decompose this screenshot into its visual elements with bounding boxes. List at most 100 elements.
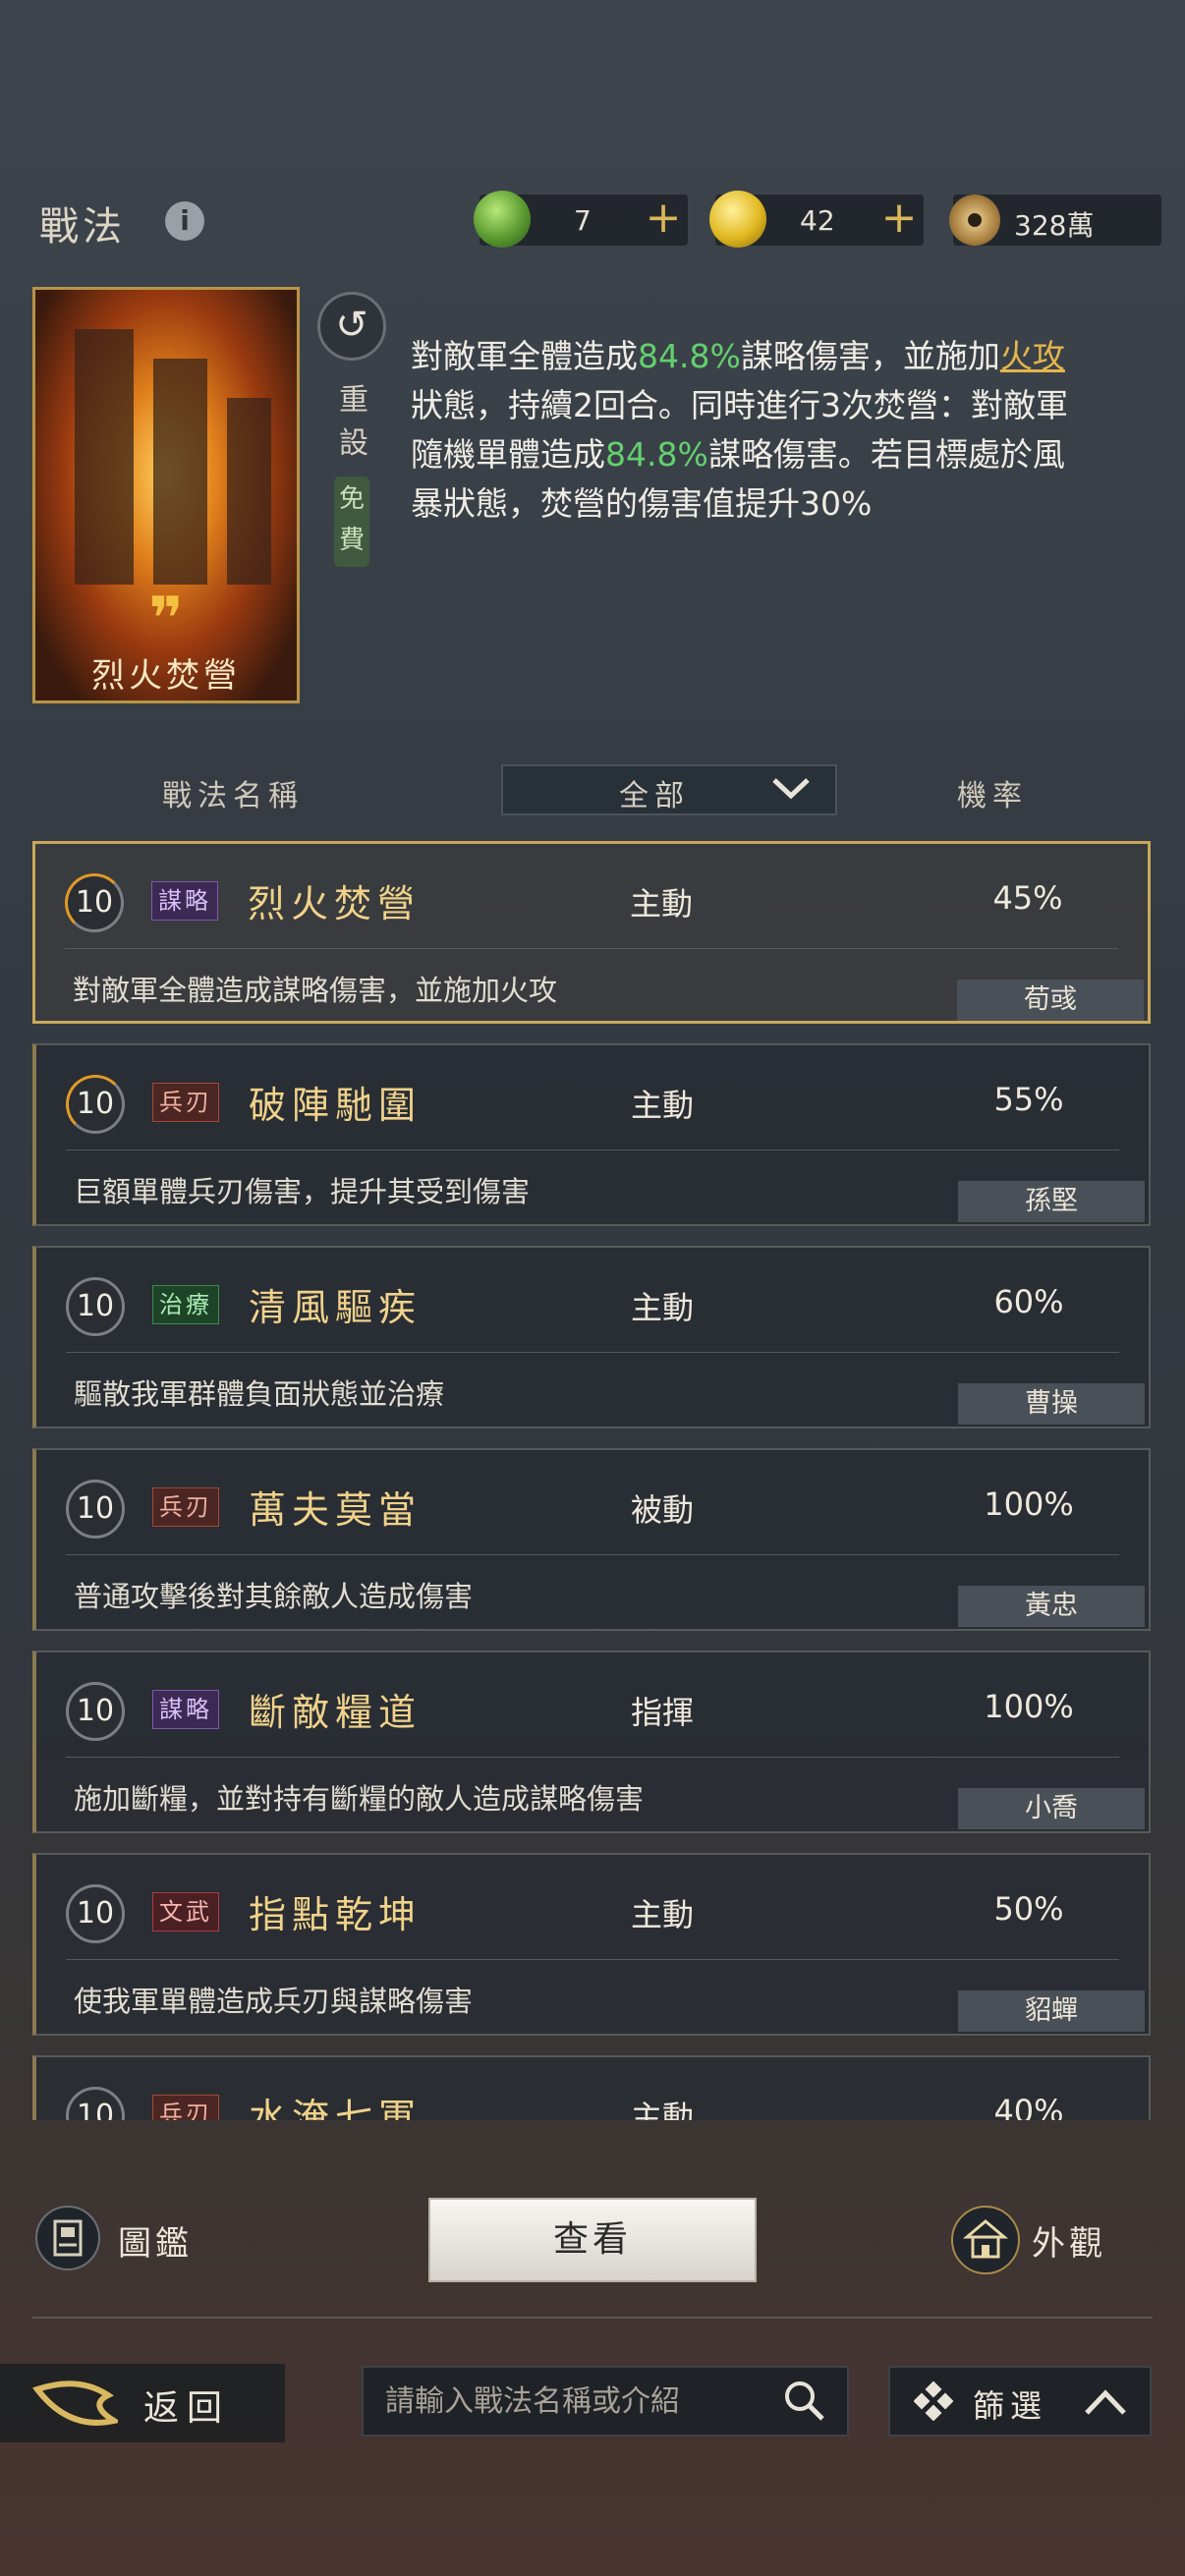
- level-badge: 10: [66, 1480, 125, 1539]
- fire-attack-link[interactable]: 火攻: [1000, 337, 1065, 375]
- skill-description: 對敵軍全體造成84.8%謀略傷害，並施加火攻狀態，持續2回合。同時進行3次焚營：…: [411, 337, 1068, 523]
- skill-mode: 主動: [630, 885, 694, 923]
- skill-type-tag: 兵刃: [152, 1487, 219, 1527]
- appearance-icon[interactable]: [951, 2206, 1020, 2274]
- copper-count: 328萬: [1014, 209, 1095, 242]
- copper-resource: 328萬: [949, 195, 1161, 246]
- row-divider: [66, 1554, 1119, 1555]
- gold-count: 42: [800, 204, 835, 237]
- skill-rate: 55%: [993, 1081, 1064, 1118]
- reset-label[interactable]: 重設: [332, 379, 375, 466]
- jade-coin-icon: [474, 191, 531, 248]
- filter-label[interactable]: 篩選: [973, 2381, 1047, 2427]
- skill-mode: 指揮: [631, 1694, 695, 1731]
- skill-type-tag: 文武: [152, 1892, 219, 1932]
- skill-rate: 60%: [993, 1283, 1064, 1320]
- add-gold-button[interactable]: +: [875, 195, 924, 246]
- skill-row[interactable]: 10 兵刃 萬夫莫當 被動 100% 普通攻擊後對其餘敵人造成傷害 黃忠: [32, 1448, 1151, 1631]
- row-divider: [66, 1149, 1119, 1150]
- skill-name: 斷敵糧道: [249, 1691, 423, 1734]
- general-tag: 小喬: [958, 1788, 1145, 1829]
- skill-name: 萬夫莫當: [249, 1488, 423, 1532]
- general-tag: 孫堅: [958, 1181, 1145, 1222]
- skill-card-name: 烈火焚營: [91, 656, 241, 696]
- skill-name: 指點乾坤: [249, 1893, 423, 1936]
- general-tag: 荀彧: [957, 980, 1144, 1021]
- skill-rate: 100%: [984, 1485, 1074, 1523]
- skill-name: 破陣馳圍: [249, 1084, 423, 1127]
- codex-icon[interactable]: [35, 2206, 100, 2270]
- skill-summary: 巨額單體兵刃傷害，提升其受到傷害: [74, 1175, 531, 1208]
- search-input[interactable]: [362, 2366, 849, 2436]
- skill-type-tag: 治療: [152, 1285, 219, 1324]
- row-divider: [66, 1757, 1119, 1758]
- level-badge: 10: [66, 1682, 125, 1741]
- skill-mode: 主動: [631, 1087, 695, 1124]
- column-header-name: 戰法名稱: [162, 779, 304, 813]
- skill-row[interactable]: 10 文武 指點乾坤 主動 50% 使我軍單體造成兵刃與謀略傷害 貂蟬: [32, 1853, 1151, 2036]
- filter-diamond-icon[interactable]: [914, 2381, 953, 2421]
- add-jade-button[interactable]: +: [639, 195, 688, 246]
- gold-coin-icon: [709, 191, 766, 248]
- skill-type-tag: 兵刃: [152, 1083, 219, 1122]
- back-label[interactable]: 返回: [143, 2380, 230, 2431]
- level-badge: 10: [66, 2087, 125, 2120]
- chevron-down-icon[interactable]: [766, 768, 816, 808]
- jade-count: 7: [574, 204, 592, 237]
- level-badge: 10: [66, 1277, 125, 1336]
- general-tag: 貂蟬: [958, 1990, 1145, 2032]
- skill-row[interactable]: 10 兵刃 水淹七軍 主動 40%: [32, 2055, 1151, 2120]
- skill-mode: 主動: [631, 2099, 695, 2120]
- quote-mark-icon: ❞: [148, 585, 184, 653]
- skill-name: 水淹七軍: [249, 2096, 423, 2120]
- skill-name: 清風驅疾: [249, 1286, 423, 1329]
- info-icon[interactable]: i: [165, 201, 204, 241]
- reset-button[interactable]: ↺: [317, 292, 386, 361]
- gold-resource: 42 +: [709, 191, 924, 248]
- row-divider: [66, 1352, 1119, 1353]
- page-title: 戰法: [39, 204, 126, 250]
- jade-resource: 7 +: [474, 191, 688, 248]
- skill-name: 烈火焚營: [248, 882, 422, 925]
- column-header-rate: 機率: [957, 779, 1028, 813]
- row-divider: [65, 948, 1118, 949]
- skill-type-tag: 謀略: [152, 1690, 219, 1729]
- skill-card-art: ❞ 烈火焚營: [32, 287, 300, 703]
- appearance-label[interactable]: 外觀: [1032, 2216, 1106, 2265]
- skill-row[interactable]: 10 兵刃 破陣馳圍 主動 55% 巨額單體兵刃傷害，提升其受到傷害 孫堅: [32, 1043, 1151, 1226]
- free-badge: 免費: [334, 476, 369, 567]
- general-tag: 曹操: [958, 1383, 1145, 1425]
- skill-rate: 50%: [993, 1890, 1064, 1928]
- skill-summary: 驅散我軍群體負面狀態並治療: [74, 1377, 445, 1411]
- type-filter-value[interactable]: 全部: [619, 771, 690, 814]
- skill-mode: 主動: [631, 1289, 695, 1326]
- view-button[interactable]: 查看: [428, 2198, 757, 2282]
- codex-label[interactable]: 圖鑑: [118, 2216, 193, 2265]
- skill-row[interactable]: 10 謀略 斷敵糧道 指揮 100% 施加斷糧，並對持有斷糧的敵人造成謀略傷害 小喬: [32, 1651, 1151, 1833]
- skill-row[interactable]: 10 謀略 烈火焚營 主動 45% 對敵軍全體造成謀略傷害，並施加火攻 荀彧: [32, 841, 1151, 1024]
- skill-rate: 40%: [993, 2093, 1064, 2120]
- skill-type-tag: 兵刃: [152, 2095, 219, 2120]
- search-icon[interactable]: [781, 2378, 826, 2423]
- skill-rate: 45%: [992, 879, 1063, 917]
- skill-row[interactable]: 10 治療 清風驅疾 主動 60% 驅散我軍群體負面狀態並治療 曹操: [32, 1246, 1151, 1428]
- skill-rate: 100%: [984, 1688, 1074, 1725]
- level-badge: 10: [66, 1075, 125, 1134]
- skill-summary: 使我軍單體造成兵刃與謀略傷害: [74, 1985, 474, 2018]
- row-divider: [66, 1959, 1119, 1960]
- skill-summary: 施加斷糧，並對持有斷糧的敵人造成謀略傷害: [74, 1782, 645, 1816]
- skill-mode: 被動: [631, 1491, 695, 1529]
- skill-type-tag: 謀略: [151, 881, 218, 921]
- skill-mode: 主動: [631, 1896, 695, 1933]
- skill-list[interactable]: 10 謀略 烈火焚營 主動 45% 對敵軍全體造成謀略傷害，並施加火攻 荀彧 10 兵刃 破陣馳圍…: [32, 841, 1153, 2120]
- skill-summary: 普通攻擊後對其餘敵人造成傷害: [74, 1580, 474, 1613]
- chevron-up-icon[interactable]: [1083, 2387, 1128, 2417]
- skill-summary: 對敵軍全體造成謀略傷害，並施加火攻: [73, 974, 558, 1007]
- level-badge: 10: [65, 873, 124, 932]
- level-badge: 10: [66, 1884, 125, 1943]
- reset-icon: ↺: [335, 303, 368, 348]
- divider: [32, 2317, 1153, 2319]
- general-tag: 黃忠: [958, 1586, 1145, 1627]
- copper-coin-icon: [949, 195, 1000, 246]
- back-arrow-icon[interactable]: [29, 2376, 118, 2431]
